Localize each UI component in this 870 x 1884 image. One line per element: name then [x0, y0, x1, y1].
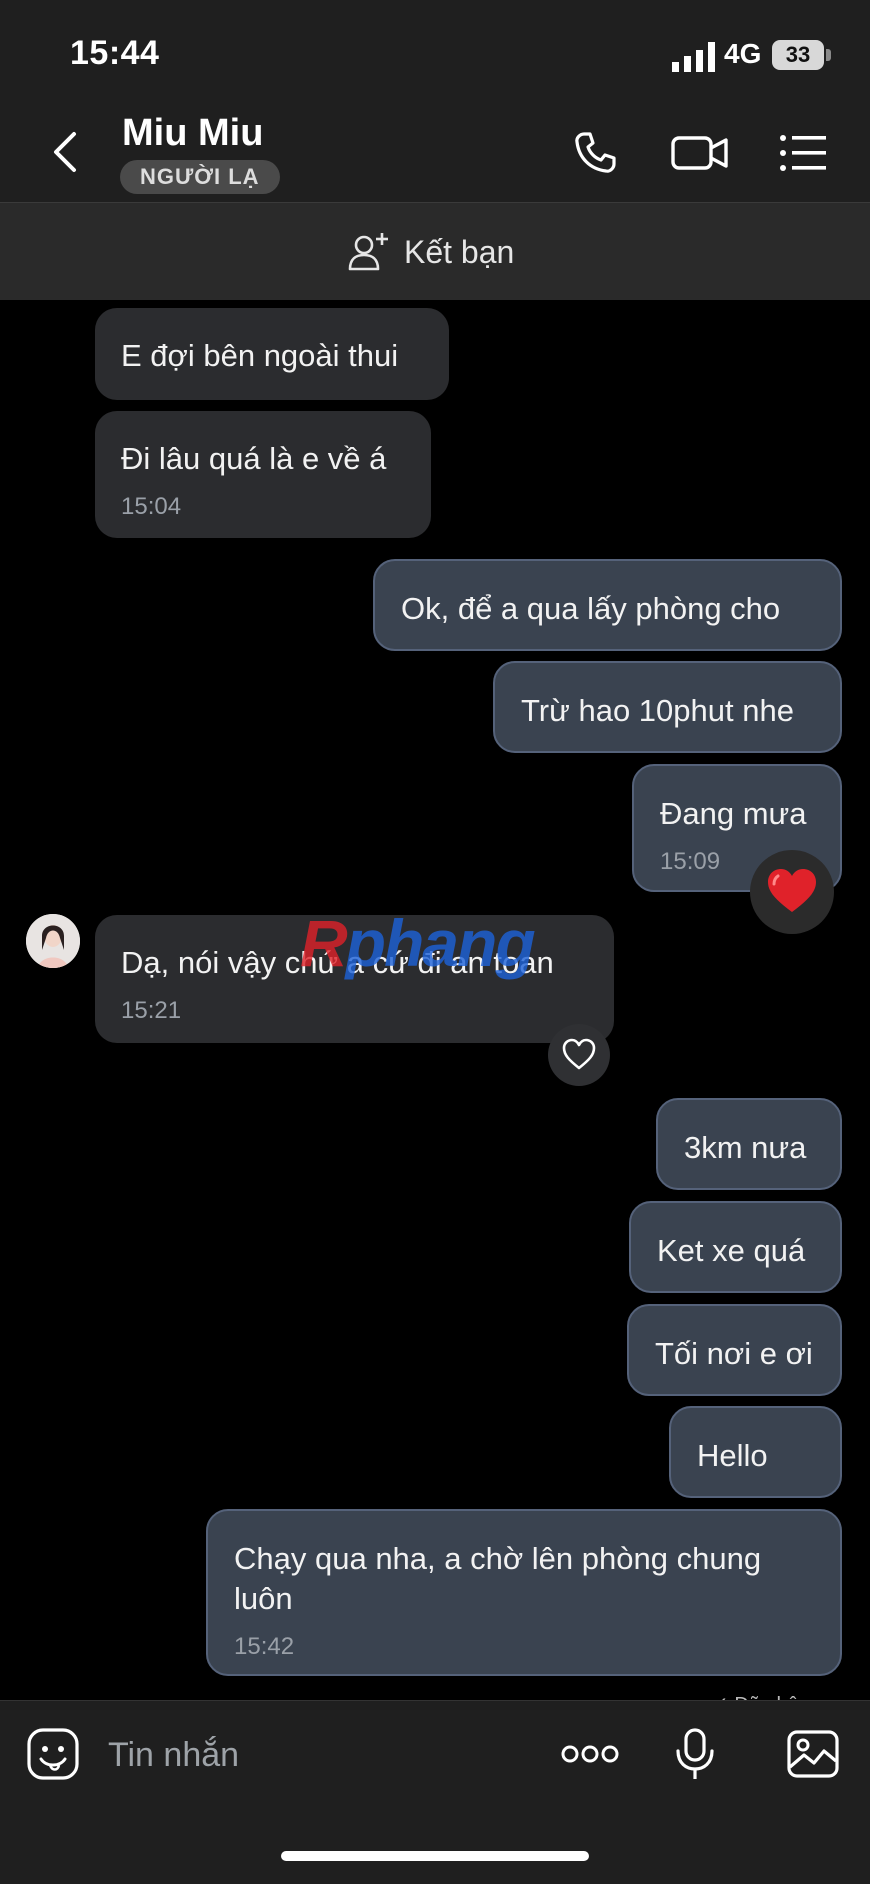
sticker-emoji-icon[interactable] — [26, 1727, 80, 1781]
video-call-icon[interactable] — [670, 128, 730, 178]
message-time: 15:21 — [121, 997, 182, 1024]
add-friend-button[interactable]: Kết bạn — [346, 229, 514, 275]
image-gallery-icon[interactable] — [786, 1727, 840, 1781]
add-friend-label: Kết bạn — [404, 233, 515, 270]
watermark-part-2: phang — [345, 906, 536, 980]
back-arrow-icon[interactable] — [48, 130, 84, 174]
reaction-heart-filled[interactable] — [750, 850, 834, 934]
battery-tip — [826, 49, 831, 61]
add-friend-icon — [348, 233, 388, 271]
network-type: 4G — [724, 38, 762, 69]
chat-header: Miu Miu NGƯỜI LẠ — [0, 100, 870, 203]
message-text: E đợi bên ngoài thui — [121, 338, 399, 373]
message-bubble-outgoing[interactable]: Ket xe quá — [629, 1201, 842, 1293]
battery-icon: 33 — [772, 40, 824, 70]
heart-outline-icon — [562, 1038, 596, 1070]
menu-list-icon[interactable] — [778, 128, 828, 178]
watermark-logo: Rphang — [300, 905, 536, 981]
message-bubble-incoming[interactable]: Đi lâu quá là e về á 15:04 — [95, 411, 431, 538]
phone-call-icon[interactable] — [570, 128, 620, 178]
message-bubble-outgoing[interactable]: Chạy qua nha, a chờ lên phòng chung luôn… — [206, 1509, 842, 1676]
message-text: Ok, để a qua lấy phòng cho — [401, 591, 781, 626]
status-bar: 15:44 4G 33 — [0, 0, 870, 100]
message-bubble-incoming[interactable]: E đợi bên ngoài thui — [95, 308, 449, 400]
reaction-heart-outline[interactable] — [548, 1024, 610, 1086]
microphone-icon[interactable] — [668, 1727, 722, 1781]
message-text: 3km nưa — [684, 1130, 807, 1165]
message-text: Đi lâu quá là e về á — [121, 441, 387, 476]
contact-avatar[interactable] — [26, 914, 80, 968]
message-text: Tối nơi e ơi — [655, 1336, 813, 1371]
message-bubble-outgoing[interactable]: Ok, để a qua lấy phòng cho — [373, 559, 842, 651]
message-bubble-outgoing[interactable]: Trừ hao 10phut nhe — [493, 661, 842, 753]
home-indicator — [281, 1851, 589, 1861]
watermark-part-1: R — [300, 906, 348, 980]
message-time: 15:42 — [234, 1633, 295, 1660]
message-text: Ket xe quá — [657, 1233, 806, 1268]
stranger-badge: NGƯỜI LẠ — [120, 160, 280, 194]
more-options-icon[interactable] — [560, 1727, 620, 1781]
message-time: 15:04 — [121, 493, 182, 520]
status-time: 15:44 — [70, 34, 160, 72]
message-text: Hello — [697, 1438, 768, 1473]
signal-icon — [672, 42, 715, 72]
message-bubble-outgoing[interactable]: Tối nơi e ơi — [627, 1304, 842, 1396]
message-text: Chạy qua nha, a chờ lên phòng chung luôn — [234, 1541, 770, 1616]
heart-filled-icon — [768, 869, 816, 912]
add-friend-bar: Kết bạn — [0, 203, 870, 300]
message-bubble-outgoing[interactable]: 3km nưa — [656, 1098, 842, 1190]
message-input[interactable] — [106, 1729, 530, 1781]
message-text: Trừ hao 10phut nhe — [521, 693, 794, 728]
message-text: Đang mưa — [660, 796, 807, 831]
message-bubble-outgoing[interactable]: Hello — [669, 1406, 842, 1498]
avatar-image — [26, 914, 80, 968]
contact-name[interactable]: Miu Miu — [122, 112, 263, 155]
